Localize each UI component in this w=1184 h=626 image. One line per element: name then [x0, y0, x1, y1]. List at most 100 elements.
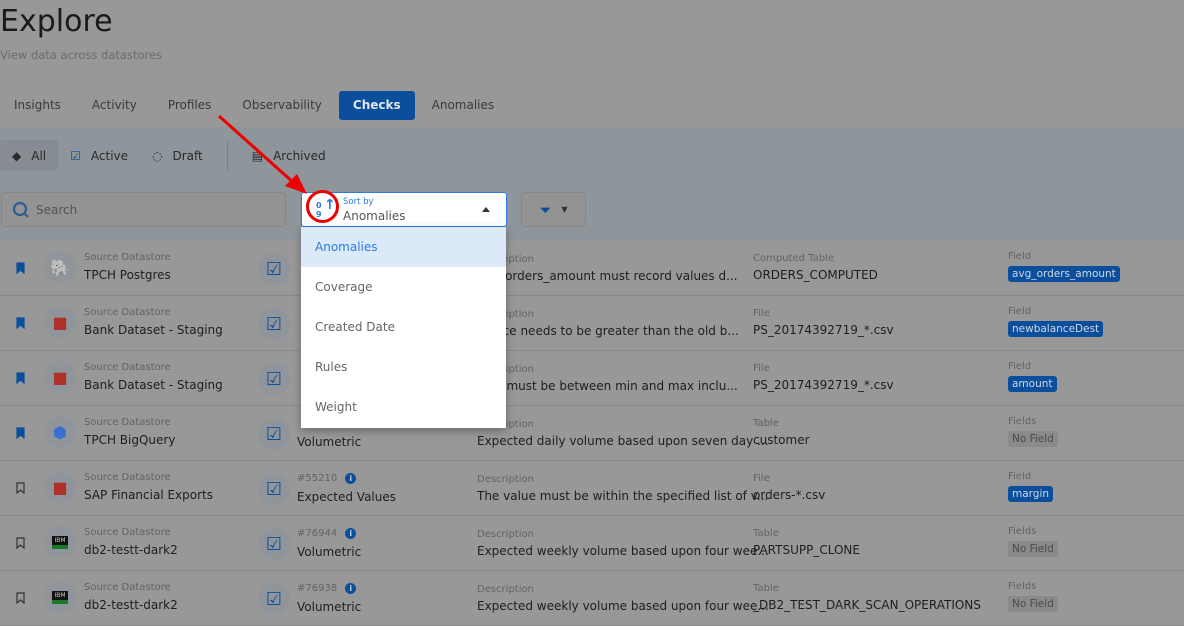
check-description: The value must be within the specified l…	[477, 489, 769, 503]
check-description: balace needs to be greater than the old …	[477, 324, 739, 338]
filter-active[interactable]: ☑ Active	[58, 140, 140, 171]
asset-name[interactable]: customer	[753, 433, 810, 447]
filter-all[interactable]: ◆ All	[0, 140, 59, 171]
field-label: Field	[1008, 471, 1032, 482]
table-row[interactable]: ■ Source Datastore Bank Dataset - Stagin…	[0, 296, 1184, 351]
datastore-name[interactable]: Bank Dataset - Staging	[84, 378, 223, 392]
postgres-datastore-icon: 🐘	[44, 251, 76, 283]
asset-name[interactable]: PS_20174392719_*.csv	[753, 323, 894, 337]
check-description: Expected daily volume based upon seven d…	[477, 434, 769, 448]
sort-option-coverage[interactable]: Coverage	[301, 267, 506, 307]
sort-option-created-date[interactable]: Created Date	[301, 307, 506, 347]
field-badge: newbalanceDest	[1008, 321, 1104, 337]
source-label: Source Datastore	[84, 252, 171, 263]
sort-option-weight[interactable]: Weight	[301, 387, 506, 427]
check-icon: ☑	[258, 583, 290, 615]
tab-activity[interactable]: Activity	[78, 91, 151, 120]
datastore-name[interactable]: SAP Financial Exports	[84, 488, 213, 502]
info-icon[interactable]: i	[345, 528, 357, 539]
field-label: Field	[1008, 306, 1032, 317]
field-label: Fields	[1008, 526, 1037, 537]
datastore-name[interactable]: db2-testt-dark2	[84, 598, 178, 612]
table-row[interactable]: ■ Source Datastore Bank Dataset - Stagin…	[0, 351, 1184, 406]
sort-option-anomalies[interactable]: Anomalies	[301, 227, 506, 267]
table-row[interactable]: ⬢ Source Datastore TPCH BigQuery ☑ Volum…	[0, 406, 1184, 461]
tab-anomalies[interactable]: Anomalies	[418, 91, 509, 120]
search-icon	[12, 201, 29, 218]
info-icon[interactable]: i	[345, 473, 357, 484]
sort-label: Sort by	[343, 197, 374, 207]
source-label: Source Datastore	[84, 582, 171, 593]
field-badge: No Field	[1008, 596, 1058, 612]
field-label: Fields	[1008, 581, 1037, 592]
tab-checks[interactable]: Checks	[338, 91, 415, 120]
check-type: Volumetric	[297, 545, 362, 559]
asset-type-label: File	[753, 363, 770, 374]
sort-value: Anomalies	[343, 209, 406, 223]
check-type: Expected Values	[297, 490, 397, 504]
check-type: Volumetric	[297, 600, 362, 614]
s3-datastore-icon: ■	[44, 361, 76, 393]
bookmark-icon[interactable]	[16, 372, 25, 384]
bookmark-icon[interactable]	[16, 317, 25, 329]
sort-options-menu: Anomalies Coverage Created Date Rules Weight	[301, 227, 506, 428]
field-badge: No Field	[1008, 431, 1058, 447]
check-icon: ☑	[258, 418, 290, 450]
s3-datastore-icon: ■	[44, 306, 76, 338]
table-row[interactable]: IBM Source Datastore db2-testt-dark2 ☑ #…	[0, 571, 1184, 626]
layers-icon: ◆	[12, 148, 22, 163]
check-icon: ☑	[258, 363, 290, 395]
dashed-check-circle-icon: ◌	[152, 148, 163, 163]
field-label: Field	[1008, 361, 1032, 372]
asset-name[interactable]: ORDERS_COMPUTED	[753, 268, 878, 282]
table-row[interactable]: ■ Source Datastore SAP Financial Exports…	[0, 461, 1184, 516]
bookmark-icon[interactable]	[16, 592, 25, 604]
table-row[interactable]: 🐘 Source Datastore TPCH Postgres ☑ Descr…	[0, 241, 1184, 296]
checks-list: 🐘 Source Datastore TPCH Postgres ☑ Descr…	[0, 241, 1184, 626]
description-label: Description	[477, 584, 534, 595]
check-icon: ☑	[258, 473, 290, 505]
check-type: Volumetric	[297, 435, 362, 449]
asset-name[interactable]: orders-*.csv	[753, 488, 825, 502]
caret-up-icon	[482, 207, 490, 212]
filter-draft[interactable]: ◌ Draft	[140, 140, 215, 171]
asset-type-label: Table	[753, 418, 779, 429]
funnel-icon: ⏷	[539, 200, 552, 219]
datastore-name[interactable]: Bank Dataset - Staging	[84, 323, 223, 337]
annotation-arrow	[217, 114, 307, 194]
page-title: Explore	[0, 4, 113, 39]
check-description: avg_orders_amount must record values d..…	[477, 269, 738, 283]
check-icon: ☑	[258, 528, 290, 560]
bookmark-icon[interactable]	[16, 537, 25, 549]
sort-option-rules[interactable]: Rules	[301, 347, 506, 387]
check-id: #76938	[297, 583, 338, 594]
asset-type-label: File	[753, 473, 770, 484]
bookmark-icon[interactable]	[16, 262, 25, 274]
field-badge: amount	[1008, 376, 1057, 392]
filter-button[interactable]: ⏷ ▼	[521, 192, 586, 227]
page-subtitle: View data across datastores	[0, 48, 163, 62]
source-label: Source Datastore	[84, 472, 171, 483]
table-row[interactable]: IBM Source Datastore db2-testt-dark2 ☑ #…	[0, 516, 1184, 571]
source-label: Source Datastore	[84, 307, 171, 318]
bigquery-datastore-icon: ⬢	[44, 416, 76, 448]
db2-datastore-icon: IBM	[44, 526, 76, 558]
check-description: Expected weekly volume based upon four w…	[477, 544, 769, 558]
datastore-name[interactable]: TPCH BigQuery	[84, 433, 175, 447]
field-badge: margin	[1008, 486, 1054, 502]
description-label: Description	[477, 474, 534, 485]
datastore-name[interactable]: db2-testt-dark2	[84, 543, 178, 557]
check-description: Expected weekly volume based upon four w…	[477, 599, 769, 613]
asset-type-label: File	[753, 308, 770, 319]
asset-name[interactable]: PS_20174392719_*.csv	[753, 378, 894, 392]
caret-down-icon: ▼	[561, 205, 568, 214]
bookmark-icon[interactable]	[16, 427, 25, 439]
source-label: Source Datastore	[84, 362, 171, 373]
asset-name[interactable]: PARTSUPP_CLONE	[753, 543, 860, 557]
tab-insights[interactable]: Insights	[0, 91, 75, 120]
bookmark-icon[interactable]	[16, 482, 25, 494]
asset-type-label: Computed Table	[753, 253, 834, 264]
asset-name[interactable]: _DB2_TEST_DARK_SCAN_OPERATIONS	[753, 598, 981, 612]
info-icon[interactable]: i	[345, 583, 357, 594]
datastore-name[interactable]: TPCH Postgres	[84, 268, 171, 282]
